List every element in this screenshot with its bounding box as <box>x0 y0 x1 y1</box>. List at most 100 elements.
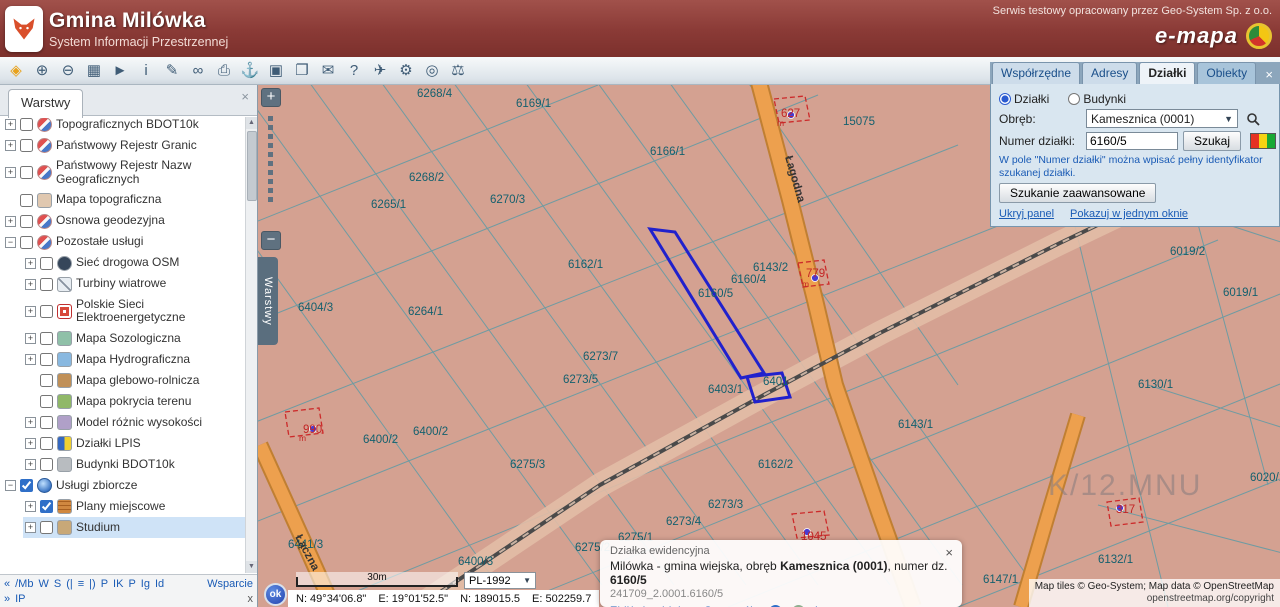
attribution-link[interactable]: openstreetmap.org/copyright <box>1035 593 1274 605</box>
expand-toggle[interactable]: + <box>25 501 36 513</box>
expand-toggle[interactable]: + <box>25 305 36 317</box>
panel-footer-button[interactable]: P <box>101 578 108 590</box>
panel-footer-button[interactable]: « <box>4 578 10 590</box>
panel-footer-button[interactable]: » <box>4 593 10 605</box>
settings-icon[interactable]: ⚙ <box>393 59 419 83</box>
layers-scrollbar[interactable]: ▲ ▼ <box>245 117 257 573</box>
zoom-slider[interactable] <box>268 112 273 206</box>
close-icon[interactable]: × <box>945 545 953 560</box>
close-icon[interactable]: × <box>241 89 249 104</box>
scroll-down-icon[interactable]: ▼ <box>246 561 257 573</box>
panel-footer-button[interactable]: W <box>38 578 48 590</box>
layer-checkbox[interactable] <box>20 193 33 207</box>
expand-toggle[interactable]: + <box>25 257 36 269</box>
crs-select[interactable]: PL-1992 ▼ <box>464 572 536 589</box>
panel-footer-button[interactable]: IK <box>113 578 123 590</box>
emapa-logo[interactable]: e-mapa <box>1155 23 1238 49</box>
expand-toggle[interactable]: + <box>25 459 36 471</box>
search-button[interactable]: Szukaj <box>1183 131 1242 151</box>
panel-footer-button[interactable]: S <box>54 578 61 590</box>
help-icon[interactable]: ? <box>341 59 367 83</box>
layer-checkbox[interactable] <box>20 139 33 152</box>
layer-checkbox[interactable] <box>40 304 53 318</box>
layer-checkbox[interactable] <box>20 214 33 228</box>
expand-toggle[interactable]: + <box>5 140 16 151</box>
layer-item[interactable]: Mapa glebowo-rolnicza <box>23 370 255 391</box>
layer-item[interactable]: + Działki LPIS <box>23 433 255 454</box>
ok-button[interactable]: ok <box>264 583 287 606</box>
print-icon[interactable]: ⎙ <box>211 59 237 83</box>
anchor-icon[interactable]: ⚓ <box>237 59 263 83</box>
layer-item[interactable]: − Usługi zbiorcze <box>3 475 255 496</box>
layer-item[interactable]: Mapa topograficzna <box>3 190 255 211</box>
expand-toggle[interactable]: + <box>5 167 16 179</box>
layer-checkbox[interactable] <box>40 458 53 472</box>
layer-checkbox[interactable] <box>40 500 53 514</box>
color-legend-icon[interactable] <box>1250 133 1277 149</box>
zoom-in-button[interactable]: + <box>261 88 281 107</box>
expand-toggle[interactable]: + <box>25 354 36 366</box>
panel-footer-button[interactable]: |) <box>89 578 96 590</box>
expand-toggle[interactable]: − <box>5 480 16 492</box>
search-icon[interactable] <box>1243 109 1263 128</box>
layer-checkbox[interactable] <box>20 118 33 131</box>
tab-warstwy[interactable]: Warstwy <box>8 89 84 118</box>
radio-budynki[interactable]: Budynki <box>1068 92 1126 106</box>
expand-toggle[interactable]: + <box>25 333 36 345</box>
layer-item[interactable]: + Turbiny wiatrowe <box>23 274 255 295</box>
layer-item[interactable]: + Państwowy Rejestr Granic <box>3 135 255 156</box>
obreb-select[interactable]: Kamesznica (0001) ▼ <box>1086 109 1238 128</box>
tab-wspolrzedne[interactable]: Współrzędne <box>992 62 1081 84</box>
panel-footer-button[interactable]: P <box>128 578 135 590</box>
scroll-up-icon[interactable]: ▲ <box>246 117 257 129</box>
layer-checkbox[interactable] <box>20 166 33 180</box>
layer-item[interactable]: + Sieć drogowa OSM <box>23 253 255 274</box>
radio-dzialki[interactable]: Działki <box>999 92 1049 106</box>
layer-item[interactable]: + Mapa Hydrograficzna <box>23 349 255 370</box>
tab-obiekty[interactable]: Obiekty <box>1197 62 1257 84</box>
layer-checkbox[interactable] <box>40 277 53 291</box>
layer-checkbox[interactable] <box>40 256 53 270</box>
layer-item[interactable]: + Plany miejscowe <box>23 496 255 517</box>
layer-item[interactable]: + Mapa Sozologiczna <box>23 328 255 349</box>
panel-footer-button[interactable]: Id <box>155 578 164 590</box>
scale-search-icon[interactable]: ◎ <box>419 59 445 83</box>
measure-icon[interactable]: ✎ <box>159 59 185 83</box>
tab-adresy[interactable]: Adresy <box>1082 62 1138 84</box>
layer-item[interactable]: + Państwowy Rejestr Nazw Geograficznych <box>3 156 255 190</box>
scrollbar-thumb[interactable] <box>247 131 257 201</box>
advanced-search-button[interactable]: Szukanie zaawansowane <box>999 183 1157 204</box>
panel-footer-button[interactable]: ≡ <box>78 578 84 590</box>
layer-checkbox[interactable] <box>40 374 53 388</box>
layer-checkbox[interactable] <box>40 521 53 535</box>
layer-item[interactable]: + Polskie Sieci Elektroenergetyczne <box>23 295 255 329</box>
expand-toggle[interactable]: + <box>25 438 36 450</box>
layer-item[interactable]: + Studium <box>23 517 255 539</box>
expand-toggle[interactable]: + <box>25 417 36 429</box>
tab-dzialki[interactable]: Działki <box>1139 62 1196 84</box>
info-icon[interactable]: i <box>133 59 159 83</box>
panel-footer-button[interactable]: IP <box>15 593 25 605</box>
expand-toggle[interactable]: + <box>5 119 16 130</box>
panel-footer-button[interactable]: (| <box>66 578 73 590</box>
parcel-number-input[interactable] <box>1086 132 1178 150</box>
layer-checkbox[interactable] <box>40 416 53 430</box>
hide-panel-link[interactable]: Ukryj panel <box>999 208 1054 220</box>
pointer-icon[interactable]: ► <box>107 59 133 83</box>
message-icon[interactable]: ✉ <box>315 59 341 83</box>
zoom-out-icon[interactable]: ⊖ <box>55 59 81 83</box>
screen-icon[interactable]: ▣ <box>263 59 289 83</box>
panels-icon[interactable]: ❐ <box>289 59 315 83</box>
expand-toggle[interactable]: + <box>25 278 36 290</box>
layer-checkbox[interactable] <box>40 437 53 451</box>
layer-checkbox[interactable] <box>40 332 53 346</box>
panel-footer-button[interactable]: Ig <box>141 578 150 590</box>
layer-item[interactable]: − Pozostałe usługi <box>3 232 255 253</box>
layer-checkbox[interactable] <box>40 395 53 409</box>
layers-icon[interactable]: ◈ <box>3 59 29 83</box>
balance-icon[interactable]: ⚖ <box>445 59 471 83</box>
layer-item[interactable]: + Model różnic wysokości <box>23 412 255 433</box>
layer-item[interactable]: + Budynki BDOT10k <box>23 454 255 475</box>
radio-budynki-input[interactable] <box>1068 93 1081 105</box>
gmina-logo[interactable] <box>5 5 43 52</box>
